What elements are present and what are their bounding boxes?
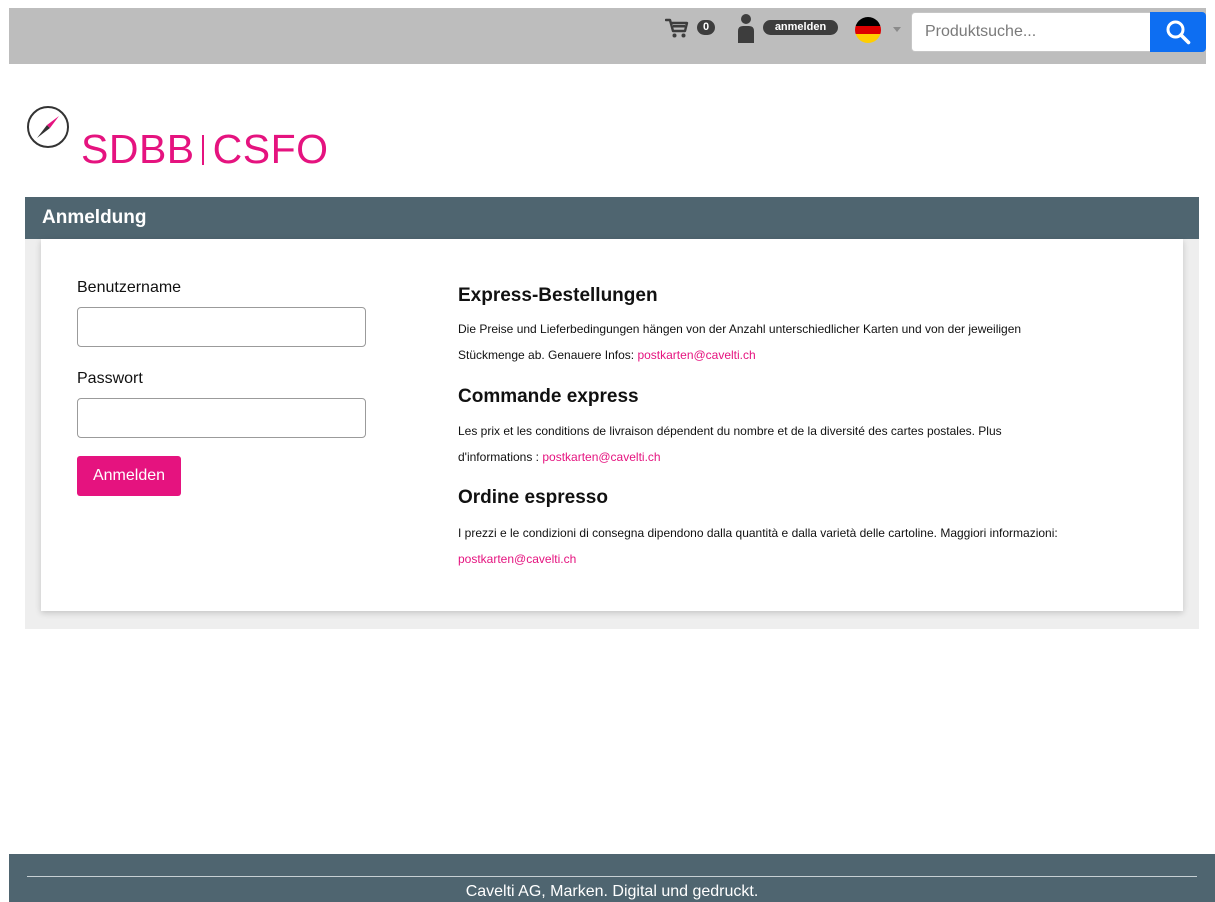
login-badge[interactable]: anmelden (763, 20, 838, 35)
language-flag-icon[interactable] (855, 17, 881, 43)
logo-left-text: SDBB (81, 126, 195, 172)
user-icon[interactable] (737, 13, 755, 43)
search-icon (1166, 20, 1191, 45)
brand-logo[interactable]: SDBB CSFO (81, 126, 329, 172)
cart-count-badge[interactable]: 0 (697, 20, 715, 35)
footer-divider (27, 876, 1197, 877)
info-heading-fr: Commande express (458, 386, 639, 407)
footer: Cavelti AG, Marken. Digital und gedruckt… (9, 854, 1215, 902)
info-text-it: I prezzi e le condizioni di consegna dip… (458, 520, 1058, 572)
logo-separator (201, 135, 204, 165)
login-submit-button[interactable]: Anmelden (77, 456, 181, 496)
info-heading-de: Express-Bestellungen (458, 285, 658, 306)
compass-logo-icon[interactable] (25, 104, 71, 150)
username-field[interactable] (77, 307, 366, 347)
email-link-it[interactable]: postkarten@cavelti.ch (458, 552, 576, 566)
info-text-de: Die Preise und Lieferbedingungen hängen … (458, 316, 1058, 368)
logo-right-text: CSFO (212, 126, 329, 172)
info-heading-it: Ordine espresso (458, 487, 608, 508)
password-label: Passwort (77, 370, 143, 387)
info-text-fr: Les prix et les conditions de livraison … (458, 418, 1058, 470)
panel-title: Anmeldung (25, 197, 1199, 239)
info-body-it: I prezzi e le condizioni di consegna dip… (458, 526, 1058, 540)
cart-icon[interactable] (665, 17, 689, 39)
footer-text: Cavelti AG, Marken. Digital und gedruckt… (465, 883, 759, 900)
search-button[interactable] (1150, 12, 1206, 52)
language-dropdown-caret-icon[interactable] (893, 27, 901, 32)
password-field[interactable] (77, 398, 366, 438)
username-label: Benutzername (77, 279, 182, 296)
email-link-fr[interactable]: postkarten@cavelti.ch (542, 450, 660, 464)
info-body-fr: Les prix et les conditions de livraison … (458, 424, 1002, 464)
search-input[interactable] (911, 12, 1151, 52)
email-link-de[interactable]: postkarten@cavelti.ch (637, 348, 755, 362)
